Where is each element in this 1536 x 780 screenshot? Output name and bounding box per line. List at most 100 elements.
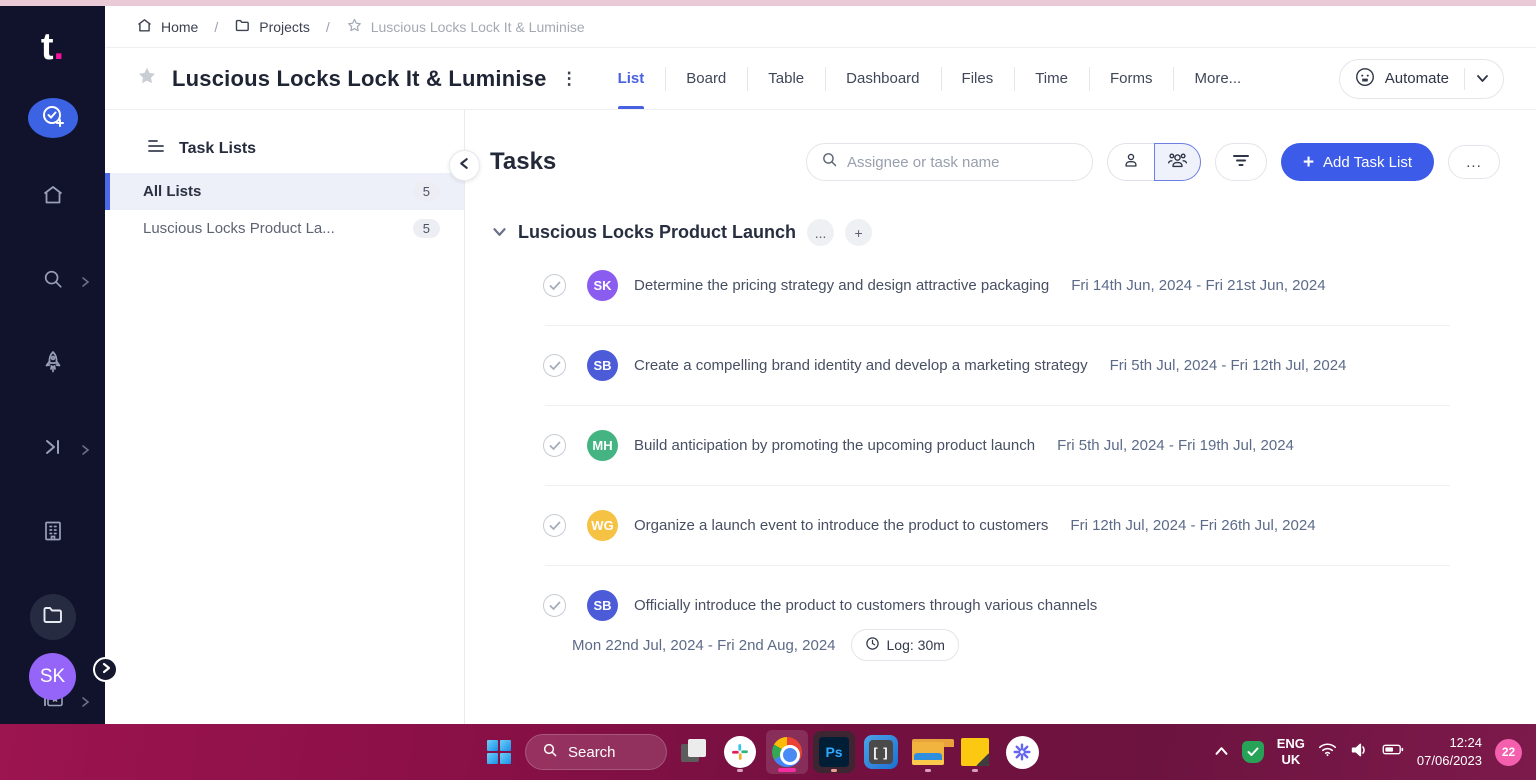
tray-expand-icon[interactable] [1214, 743, 1229, 761]
sidebar-item-search[interactable] [30, 258, 76, 304]
assignee-avatar[interactable]: SK [587, 270, 618, 301]
assignee-avatar[interactable]: SB [587, 590, 618, 621]
filter-button[interactable] [1215, 143, 1267, 181]
task-title[interactable]: Create a compelling brand identity and d… [634, 357, 1088, 374]
complete-task-checkbox[interactable] [543, 434, 566, 457]
flower-app-button[interactable] [1001, 730, 1043, 774]
notification-badge[interactable]: 22 [1495, 739, 1522, 766]
quick-add-button[interactable] [28, 98, 78, 138]
section-more-button[interactable]: ... [807, 219, 834, 246]
photoshop-icon: Ps [813, 731, 855, 773]
tab-files[interactable]: Files [941, 48, 1015, 109]
task-lists-panel: Task Lists All Lists 5 Luscious Locks Pr… [105, 110, 465, 724]
breadcrumb-projects[interactable]: Projects [234, 17, 310, 37]
single-assignee-toggle[interactable] [1107, 143, 1154, 181]
task-list-section-header: Luscious Locks Product Launch ... + [465, 181, 1536, 246]
brackets-icon: [ ] [864, 735, 898, 769]
tasks-more-button[interactable]: ... [1448, 145, 1500, 179]
wifi-icon[interactable] [1318, 742, 1337, 762]
task-dates[interactable]: Fri 5th Jul, 2024 - Fri 19th Jul, 2024 [1057, 437, 1294, 454]
editor-app-button[interactable]: [ ] [860, 730, 902, 774]
slack-icon [724, 736, 756, 768]
task-dates[interactable]: Mon 22nd Jul, 2024 - Fri 2nd Aug, 2024 [572, 637, 836, 654]
chrome-icon [772, 737, 802, 767]
user-avatar[interactable]: SK [29, 653, 76, 700]
section-add-button[interactable]: + [845, 219, 872, 246]
sidebar-item-home[interactable] [30, 174, 76, 220]
task-dates[interactable]: Fri 12th Jul, 2024 - Fri 26th Jul, 2024 [1070, 517, 1315, 534]
complete-task-checkbox[interactable] [543, 274, 566, 297]
tab-list[interactable]: List [597, 48, 666, 109]
task-dates[interactable]: Fri 5th Jul, 2024 - Fri 12th Jul, 2024 [1110, 357, 1347, 374]
sidebar-item-company[interactable] [30, 510, 76, 556]
view-tabs: List Board Table Dashboard Files Time Fo… [597, 48, 1263, 109]
time-log-badge[interactable]: Log: 30m [851, 629, 959, 661]
home-icon [41, 183, 65, 212]
task-dates[interactable]: Fri 14th Jun, 2024 - Fri 21st Jun, 2024 [1071, 277, 1325, 294]
tab-more[interactable]: More... [1173, 48, 1262, 109]
breadcrumb-home[interactable]: Home [136, 17, 198, 37]
file-explorer-button[interactable] [907, 730, 949, 774]
check-plus-icon [41, 104, 65, 133]
tab-time[interactable]: Time [1014, 48, 1089, 109]
running-indicator [831, 769, 837, 772]
task-title[interactable]: Organize a launch event to introduce the… [634, 517, 1048, 534]
chevron-down-icon[interactable] [1476, 70, 1489, 87]
slack-app-button[interactable] [719, 730, 761, 774]
sidebar-item-clockin[interactable] [30, 426, 76, 472]
complete-task-checkbox[interactable] [543, 594, 566, 617]
task-title[interactable]: Build anticipation by promoting the upco… [634, 437, 1035, 454]
chevron-right-icon [80, 443, 90, 461]
tab-dashboard[interactable]: Dashboard [825, 48, 940, 109]
sidebar-item-launchpad[interactable] [30, 342, 76, 388]
tab-table[interactable]: Table [747, 48, 825, 109]
task-view-icon [688, 739, 706, 757]
sidebar-expand-button[interactable] [93, 657, 118, 682]
rocket-icon [41, 350, 65, 381]
chevron-down-icon[interactable] [492, 224, 507, 242]
tasks-header: Tasks + Add Task List . [465, 110, 1536, 181]
search-input[interactable] [847, 154, 1078, 171]
list-item-all-lists[interactable]: All Lists 5 [105, 173, 464, 210]
battery-icon[interactable] [1382, 743, 1404, 761]
active-indicator [778, 768, 796, 772]
folder-icon [234, 17, 251, 37]
task-view-button[interactable] [672, 730, 714, 774]
list-item-product-launch[interactable]: Luscious Locks Product La... 5 [105, 210, 464, 247]
task-list-title[interactable]: Luscious Locks Product Launch [518, 222, 796, 243]
group-assignee-toggle[interactable] [1154, 143, 1201, 181]
security-shield-icon[interactable] [1242, 741, 1264, 763]
breadcrumb-current: Luscious Locks Lock It & Luminise [346, 17, 585, 37]
skip-forward-icon [42, 437, 64, 462]
automate-button[interactable]: Automate [1339, 59, 1504, 99]
language-indicator[interactable]: ENGUK [1277, 736, 1305, 769]
assignee-avatar[interactable]: MH [587, 430, 618, 461]
project-menu-icon[interactable]: ⋮ [561, 69, 579, 89]
task-title[interactable]: Determine the pricing strategy and desig… [634, 277, 1049, 294]
add-task-list-button[interactable]: + Add Task List [1281, 143, 1434, 181]
chrome-app-button[interactable] [766, 730, 808, 774]
assignee-avatar[interactable]: SB [587, 350, 618, 381]
taskbar-search[interactable]: Search [525, 734, 667, 770]
volume-icon[interactable] [1350, 742, 1369, 763]
star-icon[interactable] [136, 65, 158, 92]
sticky-notes-icon [961, 738, 989, 766]
start-button[interactable] [478, 730, 520, 774]
sidebar-item-projects[interactable] [30, 594, 76, 640]
complete-task-checkbox[interactable] [543, 514, 566, 537]
running-indicator [972, 769, 978, 772]
tab-forms[interactable]: Forms [1089, 48, 1174, 109]
complete-task-checkbox[interactable] [543, 354, 566, 377]
clock-date[interactable]: 12:2407/06/2023 [1417, 734, 1482, 769]
task-search[interactable] [806, 143, 1093, 181]
sticky-notes-button[interactable] [954, 730, 996, 774]
tab-board[interactable]: Board [665, 48, 747, 109]
panel-collapse-button[interactable] [449, 150, 480, 181]
assignee-avatar[interactable]: WG [587, 510, 618, 541]
photoshop-app-button[interactable]: Ps [813, 730, 855, 774]
list-icon [147, 138, 165, 159]
task-title[interactable]: Officially introduce the product to cust… [634, 597, 1097, 614]
running-indicator [737, 769, 743, 772]
teamwork-logo: t. [41, 28, 64, 66]
task-row: SB Create a compelling brand identity an… [465, 326, 1536, 405]
